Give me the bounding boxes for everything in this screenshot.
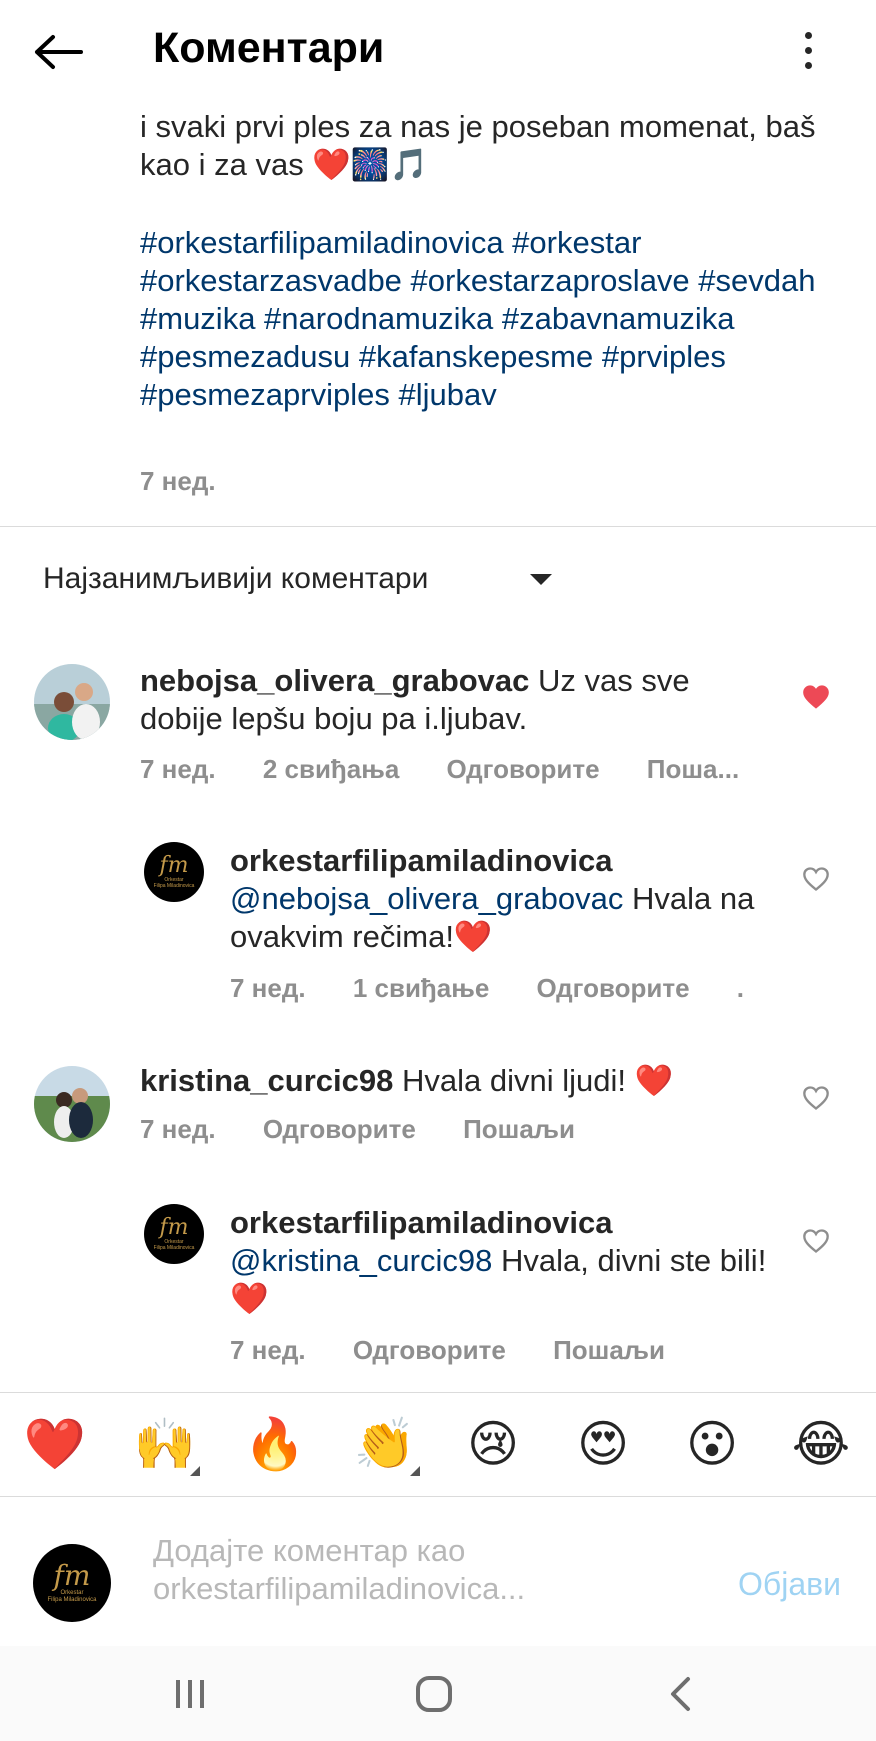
comment-meta: 7 нед. Одговорите Пошаљи: [140, 1114, 615, 1145]
reply-button[interactable]: Одговорите: [447, 754, 600, 784]
composer-avatar: fm Orkestar Filipa Miladinovica: [33, 1544, 111, 1622]
logo-mark: fm: [53, 1559, 91, 1592]
comment-username[interactable]: kristina_curcic98: [140, 1063, 393, 1098]
comment-like-button[interactable]: [800, 1225, 832, 1257]
emoji-quick-bar: ❤️ 🙌 🔥 👏 😢 😍 😮 😂: [0, 1392, 876, 1496]
logo-subtitle: Filipa Miladinovica: [153, 883, 195, 889]
comment-meta: 7 нед. 1 свиђање Одговорите .: [230, 973, 784, 1004]
comment-username[interactable]: orkestarfilipamiladinovica: [230, 1205, 612, 1240]
more-options-button[interactable]: [790, 24, 826, 76]
post-button[interactable]: Објави: [738, 1566, 841, 1603]
caption-emojis: ❤️🎆🎵: [312, 147, 429, 183]
comment-username[interactable]: nebojsa_olivera_grabovac: [140, 663, 529, 698]
send-button[interactable]: Пошаљи: [553, 1335, 665, 1365]
comment-timestamp: 7 нед.: [230, 973, 306, 1003]
comment-likes-count[interactable]: 1 свиђање: [353, 973, 489, 1003]
reply-button[interactable]: Одговорите: [353, 1335, 506, 1365]
heart-outline-icon: [803, 1086, 829, 1110]
logo-subtitle: Filipa Miladinovica: [153, 1245, 195, 1251]
emoji-fire-button[interactable]: 🔥: [240, 1412, 310, 1476]
heart-outline-icon: [803, 1229, 829, 1253]
divider: [0, 526, 876, 527]
emoji-surprised-button[interactable]: 😮: [677, 1412, 747, 1476]
heart-filled-icon: [803, 685, 829, 709]
reply-text: orkestarfilipamiladinovica @nebojsa_oliv…: [230, 842, 780, 956]
skin-tone-corner-icon: [410, 1466, 420, 1476]
caption-hashtags[interactable]: #orkestarfilipamiladinovica #orkestar #o…: [140, 224, 840, 414]
caret-down-icon[interactable]: [530, 574, 552, 585]
emoji-heart-button[interactable]: ❤️: [20, 1412, 90, 1476]
skin-tone-corner-icon: [190, 1466, 200, 1476]
comment-body: Hvala divni ljudi! ❤️: [401, 1063, 674, 1098]
emoji-raised-hands-button[interactable]: 🙌: [130, 1412, 200, 1476]
emoji-crying-button[interactable]: 😢: [458, 1412, 528, 1476]
emoji-clap-button[interactable]: 👏: [350, 1412, 420, 1476]
app-header: Коментари: [0, 0, 876, 104]
comment-meta: 7 нед. 2 свиђања Одговорите Поша...: [140, 754, 779, 785]
more-vertical-icon: [804, 31, 812, 39]
comment-timestamp: 7 нед.: [140, 1114, 216, 1144]
reply-button[interactable]: Одговорите: [263, 1114, 416, 1144]
recent-apps-icon: [176, 1680, 204, 1708]
post-caption: i svaki prvi ples za nas je poseban mome…: [140, 108, 840, 184]
reply-text: orkestarfilipamiladinovica @kristina_cur…: [230, 1204, 780, 1318]
comment-input[interactable]: Додајте коментар као orkestarfilipamilad…: [153, 1532, 713, 1608]
logo-mark: fm: [159, 853, 189, 878]
comment-username[interactable]: orkestarfilipamiladinovica: [230, 843, 612, 878]
avatar[interactable]: [34, 1066, 110, 1142]
page-title: Коментари: [153, 24, 385, 72]
logo-subtitle: Orkestar: [60, 1590, 84, 1596]
comment-timestamp: 7 нед.: [140, 754, 216, 784]
logo-mark: fm: [159, 1215, 189, 1240]
avatar-photo: [34, 1066, 110, 1142]
comment-like-button[interactable]: [800, 681, 832, 713]
system-navbar: [0, 1646, 876, 1741]
avatar-photo: [34, 664, 110, 740]
comment-text: kristina_curcic98 Hvala divni ljudi! ❤️: [140, 1062, 780, 1100]
raised-hands-emoji: 🙌: [133, 1415, 197, 1473]
caption-timestamp: 7 нед.: [140, 466, 216, 496]
clap-emoji: 👏: [353, 1415, 417, 1473]
caption-text: i svaki prvi ples za nas je poseban mome…: [140, 109, 816, 182]
send-button[interactable]: .: [737, 973, 744, 1003]
back-button[interactable]: [30, 28, 86, 76]
emoji-heart-eyes-button[interactable]: 😍: [568, 1412, 638, 1476]
comment-input-placeholder: orkestarfilipamiladinovica...: [153, 1571, 526, 1606]
avatar[interactable]: [34, 664, 110, 740]
reply-button[interactable]: Одговорите: [537, 973, 690, 1003]
comment-timestamp: 7 нед.: [230, 1335, 306, 1365]
avatar[interactable]: fm Orkestar Filipa Miladinovica: [144, 842, 204, 902]
home-icon: [416, 1676, 452, 1712]
logo-subtitle: Filipa Miladinovica: [47, 1597, 97, 1603]
comment-text: nebojsa_olivera_grabovac Uz vas sve dobi…: [140, 662, 780, 738]
send-button[interactable]: Пошаљи: [463, 1114, 575, 1144]
comment-meta: 7 нед. Одговорите Пошаљи: [230, 1335, 705, 1366]
comment-mention[interactable]: @nebojsa_olivera_grabovac: [230, 881, 623, 916]
heart-outline-icon: [803, 867, 829, 891]
comment-mention[interactable]: @kristina_curcic98: [230, 1243, 492, 1278]
comment-like-button[interactable]: [800, 1082, 832, 1114]
nav-back-button[interactable]: [650, 1674, 710, 1714]
recent-apps-button[interactable]: [160, 1674, 220, 1714]
sort-dropdown-label[interactable]: Најзанимљивији коментари: [43, 562, 428, 596]
comment-input-placeholder: Додајте коментар као: [153, 1533, 466, 1568]
nav-back-icon: [671, 1677, 690, 1711]
arrow-left-icon: [35, 35, 83, 69]
comment-like-button[interactable]: [800, 863, 832, 895]
comment-likes-count[interactable]: 2 свиђања: [263, 754, 399, 784]
avatar[interactable]: fm Orkestar Filipa Miladinovica: [144, 1204, 204, 1264]
divider: [0, 1496, 876, 1497]
home-button[interactable]: [404, 1674, 464, 1714]
emoji-laughing-button[interactable]: 😂: [786, 1412, 856, 1476]
comment-composer: fm Orkestar Filipa Miladinovica Додајте …: [0, 1498, 876, 1646]
send-button[interactable]: Поша...: [647, 754, 739, 784]
